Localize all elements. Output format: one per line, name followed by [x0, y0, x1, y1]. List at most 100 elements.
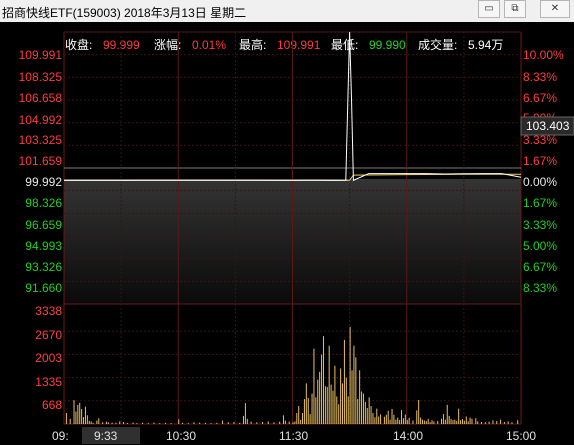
time-tick-2: 10:30: [166, 429, 196, 443]
volume-bar: [448, 415, 450, 424]
volume-bar: [362, 393, 364, 424]
volume-bar: [136, 423, 138, 424]
pct-tick-down-3: 6.67%: [523, 260, 557, 274]
volume-bar: [210, 423, 212, 424]
volume-bar: [477, 421, 479, 424]
volume-bar: [481, 421, 483, 424]
high-value: 109.991: [277, 38, 321, 52]
volume-bar: [406, 419, 408, 424]
volume-bar: [313, 348, 315, 424]
volume-label: 成交量:: [418, 37, 457, 52]
volume-bar: [444, 419, 446, 424]
volume-bar: [433, 421, 435, 424]
volume-bar: [357, 399, 359, 424]
price-tick-down-4: 91.660: [25, 281, 62, 295]
volume-bar: [471, 418, 473, 424]
minimize-icon[interactable]: ▭: [478, 0, 500, 18]
volume-bar: [342, 383, 344, 424]
volume-bar: [296, 412, 298, 424]
volume-bar: [96, 420, 98, 424]
pct-tick-mid: 0.00%: [523, 175, 557, 189]
volume-bar: [412, 420, 414, 424]
volume-bar: [153, 422, 155, 424]
volume-bar: [330, 384, 332, 424]
volume-bar: [372, 412, 374, 424]
price-tick-down-1: 96.659: [25, 218, 62, 232]
volume-bar: [488, 421, 490, 424]
volume-bar: [387, 410, 389, 424]
close-label: 收盘:: [65, 37, 92, 52]
pct-tick-down-1: 3.33%: [523, 218, 557, 232]
low-value: 99.990: [369, 38, 406, 52]
volume-value: 5.94万: [468, 38, 503, 52]
volume-bar: [164, 422, 166, 424]
volume-bar: [359, 370, 361, 424]
volume-bar: [338, 404, 340, 424]
volume-bar: [81, 408, 83, 424]
volume-bar: [244, 403, 246, 424]
volume-bar: [349, 326, 351, 424]
volume-bar: [88, 420, 90, 424]
restore-icon[interactable]: ⧉: [504, 0, 526, 18]
volume-bar: [454, 419, 456, 424]
volume-bar: [300, 419, 302, 424]
volume-bar: [216, 422, 218, 424]
volume-bar: [86, 415, 88, 424]
price-tick-up-5: 101.659: [19, 154, 63, 168]
volume-bar: [142, 422, 144, 424]
volume-bar: [288, 421, 290, 424]
volume-bar: [492, 420, 494, 424]
change-label: 涨幅:: [154, 37, 181, 52]
pct-tick-up-0: 10.00%: [523, 48, 564, 62]
volume-bar: [239, 422, 241, 424]
volume-bar: [126, 422, 128, 424]
volume-bar: [361, 391, 363, 424]
volume-bar: [246, 418, 248, 424]
pct-tick-up-5: 1.67%: [523, 154, 557, 168]
volume-bar: [132, 422, 134, 424]
volume-bar: [322, 336, 324, 424]
intraday-chart[interactable]: 收盘: 99.999 涨幅: 0.01% 最高: 109.991 最低: 99.…: [0, 22, 574, 445]
volume-bar: [105, 421, 107, 424]
volume-bar: [233, 421, 235, 424]
volume-bar: [393, 414, 395, 424]
volume-bar: [334, 365, 336, 424]
close-icon[interactable]: ✕: [540, 0, 570, 18]
volume-bar: [456, 420, 458, 424]
volume-bar: [294, 421, 296, 424]
volume-bar: [115, 422, 117, 424]
volume-bar: [484, 422, 486, 424]
window-titlebar: 招商快线ETF(159003) 2018年3月13日 星期二 ▭ ⧉ ✕: [0, 0, 574, 23]
volume-bar: [305, 383, 307, 424]
volume-bar: [402, 418, 404, 424]
price-tick-down-0: 98.326: [25, 196, 62, 210]
volume-bar: [364, 401, 366, 424]
volume-bar: [326, 386, 328, 424]
pct-tick-down-4: 8.33%: [523, 281, 557, 295]
volume-bar: [496, 421, 498, 424]
volume-bar: [463, 420, 465, 424]
volume-bar: [111, 422, 113, 424]
volume-bar: [170, 423, 172, 424]
volume-bar: [340, 368, 342, 424]
volume-bar: [351, 370, 353, 424]
volume-bar: [282, 415, 284, 424]
volume-bar: [421, 419, 423, 424]
volume-bar: [273, 422, 275, 424]
volume-bar: [84, 406, 86, 424]
volume-bar: [75, 411, 77, 424]
volume-bar: [343, 339, 345, 424]
volume-bar: [279, 421, 281, 424]
volume-bar: [517, 420, 519, 424]
pct-tick-down-2: 5.00%: [523, 239, 557, 253]
volume-bar: [147, 423, 149, 424]
volume-bar: [427, 418, 429, 424]
volume-bar: [404, 414, 406, 424]
time-tick-1: 9:33: [94, 429, 118, 443]
volume-tick-1: 2670: [35, 328, 62, 342]
volume-bar: [425, 421, 427, 424]
volume-bar: [69, 418, 71, 424]
price-tick-up-3: 104.992: [19, 113, 63, 127]
volume-bar: [347, 396, 349, 424]
price-tick-up-1: 108.325: [19, 70, 63, 84]
